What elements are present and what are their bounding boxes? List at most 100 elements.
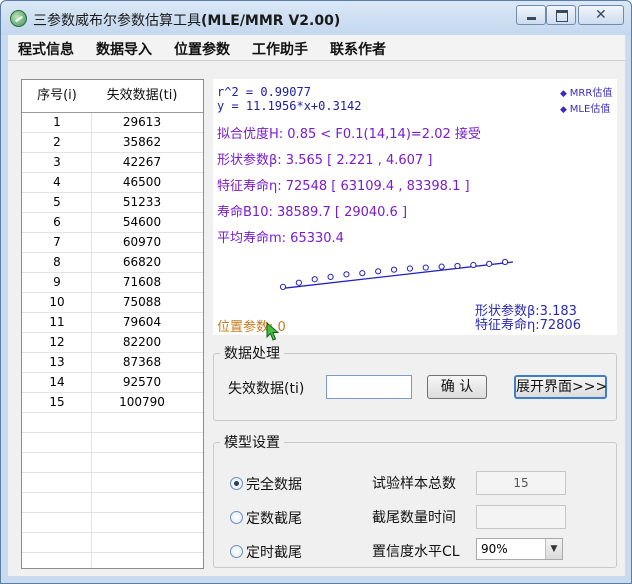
menu-bar: 程式信息 数据导入 位置参数 工作助手 联系作者 [8, 35, 625, 61]
data-point [501, 258, 509, 266]
failure-data-input[interactable] [326, 375, 412, 399]
table-row-empty[interactable] [22, 453, 203, 473]
model-settings-group: 模型设置 完全数据 定数截尾 定时截尾 试验样本总数 15 截尾数量时间 置信度… [213, 432, 617, 568]
radio-indicator[interactable] [230, 545, 243, 558]
menu-program-info[interactable]: 程式信息 [18, 39, 74, 59]
table-row-empty[interactable] [22, 533, 203, 553]
table-rows: 1 29613 2 35862 3 42267 4 46500 5 51233 6 5460… [22, 113, 203, 553]
radio-indicator[interactable] [230, 511, 243, 524]
cell-seq: 12 [49, 335, 65, 349]
b10-life-text: 寿命B10: 38589.7 [ 29040.6 ] [217, 205, 408, 220]
data-point [343, 271, 350, 278]
data-point [375, 268, 382, 275]
table-row[interactable]: 11 79604 [22, 313, 203, 333]
table-row-empty[interactable] [22, 433, 203, 453]
radio-indicator[interactable] [230, 477, 243, 490]
cell-seq: 14 [49, 375, 65, 389]
mle-shape-text: 形状参数β:3.183 [475, 304, 577, 319]
data-point [390, 266, 398, 273]
table-row[interactable]: 13 87368 [22, 353, 203, 373]
regression-equation-text: y = 11.1956*x+0.3142 [217, 99, 362, 113]
cell-failure-data: 54600 [122, 215, 162, 229]
title-bar[interactable]: 三参数威布尔参数估算工具(MLE/MMR V2.00) ✕ [1, 1, 631, 35]
characteristic-life-text: 特征寿命η: 72548 [ 63109.4 , 83398.1 ] [217, 179, 470, 194]
table-row[interactable]: 1 29613 [22, 113, 203, 133]
confidence-level-value: 90% [481, 542, 508, 556]
legend-mrr-label: MRR估值 [569, 88, 613, 99]
table-row-empty[interactable] [22, 493, 203, 513]
menu-contact-author[interactable]: 联系作者 [330, 39, 386, 59]
sample-total-field[interactable]: 15 [476, 471, 566, 495]
table-row[interactable]: 2 35862 [22, 133, 203, 153]
data-point [311, 276, 318, 283]
cell-failure-data: 71608 [122, 275, 162, 289]
table-row-empty[interactable] [22, 413, 203, 433]
column-header-seq[interactable]: 序号(i) [24, 80, 90, 112]
data-processing-title: 数据处理 [220, 343, 284, 363]
data-point [454, 262, 461, 270]
cell-failure-data: 100790 [119, 395, 165, 409]
cell-seq: 1 [53, 115, 61, 129]
confidence-level-label: 置信度水平CL [372, 544, 460, 560]
close-icon: ✕ [595, 7, 607, 23]
table-row-empty[interactable] [22, 473, 203, 493]
failure-data-table[interactable]: 序号(i) 失效数据(ti) 1 29613 2 35862 3 42267 4 465… [21, 79, 204, 569]
table-row[interactable]: 10 75088 [22, 293, 203, 313]
app-logo-icon [10, 10, 27, 27]
cell-seq: 9 [53, 275, 61, 289]
table-row-empty[interactable] [22, 513, 203, 533]
failure-data-label: 失效数据(ti) [228, 381, 305, 397]
column-header-failure-data[interactable]: 失效数据(ti) [92, 80, 192, 112]
table-row[interactable]: 6 54600 [22, 213, 203, 233]
data-processing-group: 数据处理 失效数据(ti) 确 认 展开界面>>> [213, 343, 617, 421]
cell-seq: 15 [49, 395, 65, 409]
table-row[interactable]: 8 66820 [22, 253, 203, 273]
goodness-of-fit-text: 拟合优度H: 0.85 < F0.1(14,14)=2.02 接受 [217, 127, 481, 142]
menu-location-param[interactable]: 位置参数 [174, 39, 230, 59]
data-point [470, 261, 477, 269]
data-point [438, 263, 445, 270]
data-point [359, 270, 366, 277]
cell-failure-data: 75088 [122, 295, 162, 309]
radio-time-censored-label: 定时截尾 [246, 545, 302, 561]
table-row[interactable]: 7 60970 [22, 233, 203, 253]
table-row[interactable]: 9 71608 [22, 273, 203, 293]
table-row[interactable]: 4 46500 [22, 173, 203, 193]
data-point [279, 283, 287, 291]
window-title-en: (MLE/MMR V2.00) [201, 13, 341, 29]
censor-count-time-field[interactable] [476, 505, 566, 529]
data-point [422, 264, 429, 271]
confidence-level-select[interactable]: 90% ▼ [476, 538, 563, 560]
mean-life-text: 平均寿命m: 65330.4 [217, 231, 344, 246]
table-row[interactable]: 5 51233 [22, 193, 203, 213]
menu-work-assistant[interactable]: 工作助手 [252, 39, 308, 59]
radio-count-censored-label: 定数截尾 [246, 511, 302, 527]
expand-interface-button[interactable]: 展开界面>>> [514, 375, 607, 399]
mle-scale-text: 特征寿命η:72806 [475, 318, 581, 333]
maximize-button[interactable] [546, 5, 576, 25]
cell-failure-data: 79604 [122, 315, 162, 329]
cell-failure-data: 42267 [122, 155, 162, 169]
data-point [295, 279, 302, 286]
chevron-down-icon[interactable]: ▼ [545, 539, 562, 559]
cell-failure-data: 87368 [122, 355, 162, 369]
table-row[interactable]: 14 92570 [22, 373, 203, 393]
sample-total-label: 试验样本总数 [372, 476, 456, 492]
table-row[interactable]: 15 100790 [22, 393, 203, 413]
cell-failure-data: 29613 [122, 115, 162, 129]
table-row[interactable]: 3 42267 [22, 153, 203, 173]
weibull-plot-panel: r^2 = 0.99077 y = 11.1956*x+0.3142 ◆ MRR… [213, 79, 617, 341]
cell-seq: 10 [49, 295, 65, 309]
app-window: 三参数威布尔参数估算工具(MLE/MMR V2.00) ✕ 程式信息 数据导入 … [0, 0, 632, 584]
close-button[interactable]: ✕ [578, 5, 624, 25]
table-row[interactable]: 12 82200 [22, 333, 203, 353]
censor-count-time-label: 截尾数量时间 [372, 510, 456, 526]
data-point [327, 273, 334, 280]
minimize-button[interactable] [516, 5, 546, 25]
menu-data-import[interactable]: 数据导入 [96, 39, 152, 59]
confirm-button[interactable]: 确 认 [427, 375, 487, 399]
cell-seq: 4 [53, 175, 61, 189]
client-area: 序号(i) 失效数据(ti) 1 29613 2 35862 3 42267 4 465… [8, 61, 625, 576]
cell-seq: 13 [49, 355, 65, 369]
cell-seq: 3 [53, 155, 61, 169]
